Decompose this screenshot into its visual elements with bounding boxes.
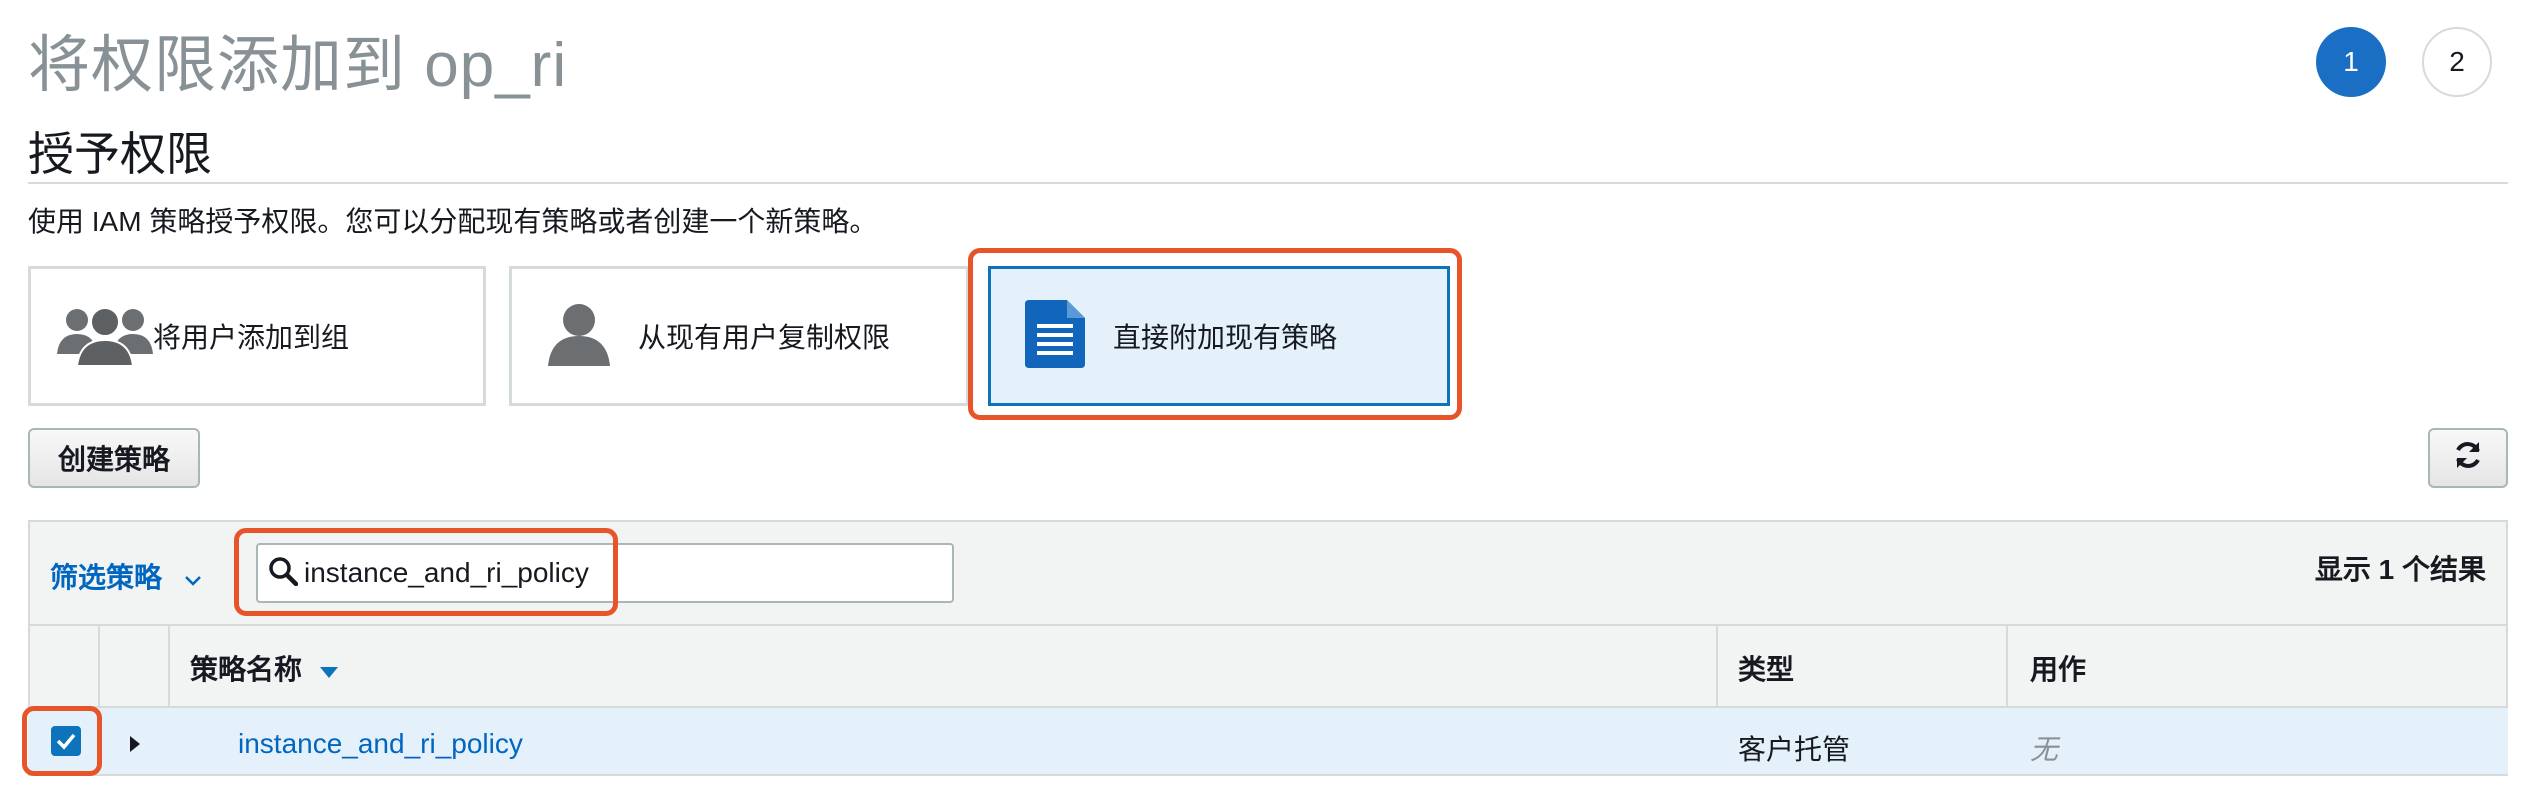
chevron-down-icon <box>184 562 202 593</box>
column-divider <box>168 626 170 708</box>
table-header <box>28 624 2508 708</box>
column-divider <box>2006 626 2008 708</box>
option-copy-permissions[interactable]: 从现有用户复制权限 <box>509 266 969 406</box>
section-title: 授予权限 <box>28 128 212 180</box>
user-icon <box>548 302 610 371</box>
policy-type: 客户托管 <box>1738 734 1851 765</box>
row-checkbox[interactable] <box>51 726 81 756</box>
column-header-usage[interactable]: 用作 <box>2030 648 2086 688</box>
search-icon <box>268 556 299 591</box>
search-input-value: instance_and_ri_policy <box>304 557 589 588</box>
create-policy-button[interactable]: 创建策略 <box>28 428 200 488</box>
option-copy-permissions-label: 从现有用户复制权限 <box>638 322 891 353</box>
step-2-indicator[interactable]: 2 <box>2422 27 2492 97</box>
users-group-icon <box>57 302 153 371</box>
option-add-to-group-label: 将用户添加到组 <box>153 322 350 353</box>
option-attach-policies-label: 直接附加现有策略 <box>1113 322 1338 353</box>
result-count: 显示 1 个结果 <box>2314 554 2486 585</box>
checkmark-icon <box>56 733 76 750</box>
step-1-indicator[interactable]: 1 <box>2316 27 2386 97</box>
expand-row-icon[interactable] <box>128 734 142 759</box>
policy-name-link[interactable]: instance_and_ri_policy <box>238 728 523 760</box>
section-divider <box>28 182 2508 184</box>
refresh-button[interactable] <box>2428 428 2508 488</box>
column-divider <box>1716 626 1718 708</box>
column-header-policy-name[interactable]: 策略名称 <box>190 648 338 688</box>
policy-usage: 无 <box>2030 734 2059 765</box>
option-add-to-group[interactable]: 将用户添加到组 <box>28 266 486 406</box>
column-divider <box>98 626 100 708</box>
sort-desc-icon <box>319 654 338 685</box>
document-icon <box>1025 299 1085 373</box>
column-header-policy-name-label: 策略名称 <box>190 654 303 685</box>
column-header-type[interactable]: 类型 <box>1738 648 1794 688</box>
page-title: 将权限添加到 op_ri <box>28 31 568 100</box>
refresh-icon <box>2452 439 2484 478</box>
option-attach-policies[interactable]: 直接附加现有策略 <box>988 266 1450 406</box>
filter-policies-label: 筛选策略 <box>50 562 163 593</box>
filter-policies-dropdown[interactable]: 筛选策略 <box>50 556 202 596</box>
section-description: 使用 IAM 策略授予权限。您可以分配现有策略或者创建一个新策略。 <box>28 206 878 237</box>
